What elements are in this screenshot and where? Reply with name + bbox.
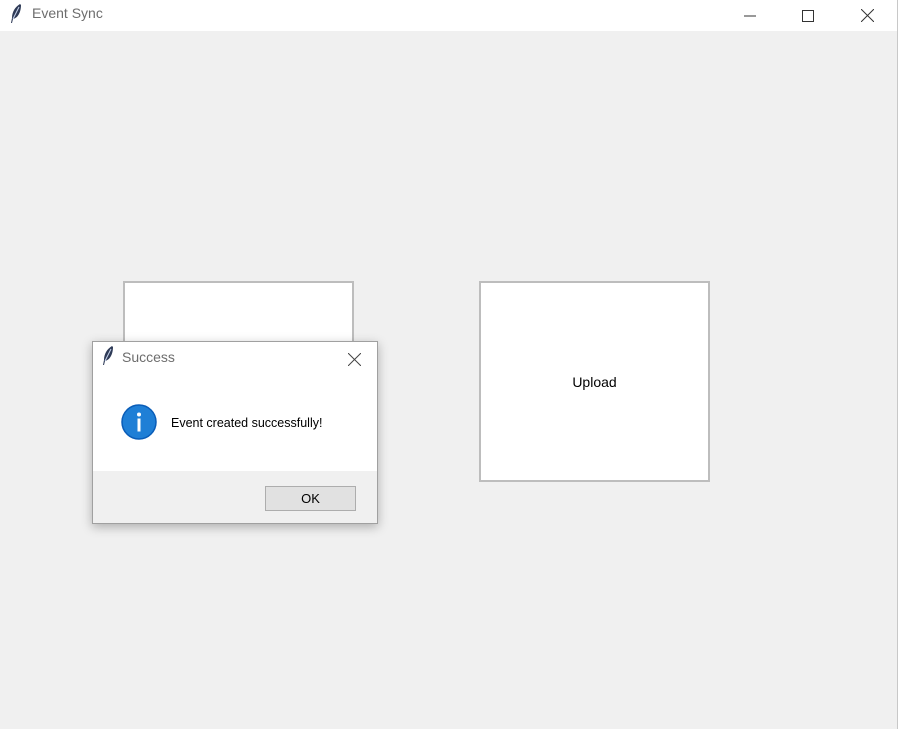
dialog-message: Event created successfully!	[171, 416, 323, 430]
success-dialog: Success Event created successfully! OK	[92, 341, 378, 524]
ok-button[interactable]: OK	[265, 486, 356, 511]
minimize-button[interactable]	[721, 0, 779, 31]
feather-icon	[9, 3, 23, 29]
dialog-close-button[interactable]	[344, 349, 364, 369]
upload-button[interactable]: Upload	[479, 281, 710, 482]
maximize-button[interactable]	[779, 0, 837, 31]
close-icon	[860, 9, 874, 22]
dialog-title: Success	[122, 349, 175, 365]
close-icon	[347, 352, 361, 366]
close-button[interactable]	[838, 0, 896, 31]
window-title: Event Sync	[32, 5, 103, 21]
info-icon	[121, 404, 157, 440]
title-bar[interactable]: Event Sync	[0, 0, 897, 31]
minimize-icon	[744, 15, 756, 16]
feather-icon	[101, 345, 115, 371]
dialog-footer: OK	[93, 471, 377, 523]
maximize-icon	[802, 9, 814, 22]
